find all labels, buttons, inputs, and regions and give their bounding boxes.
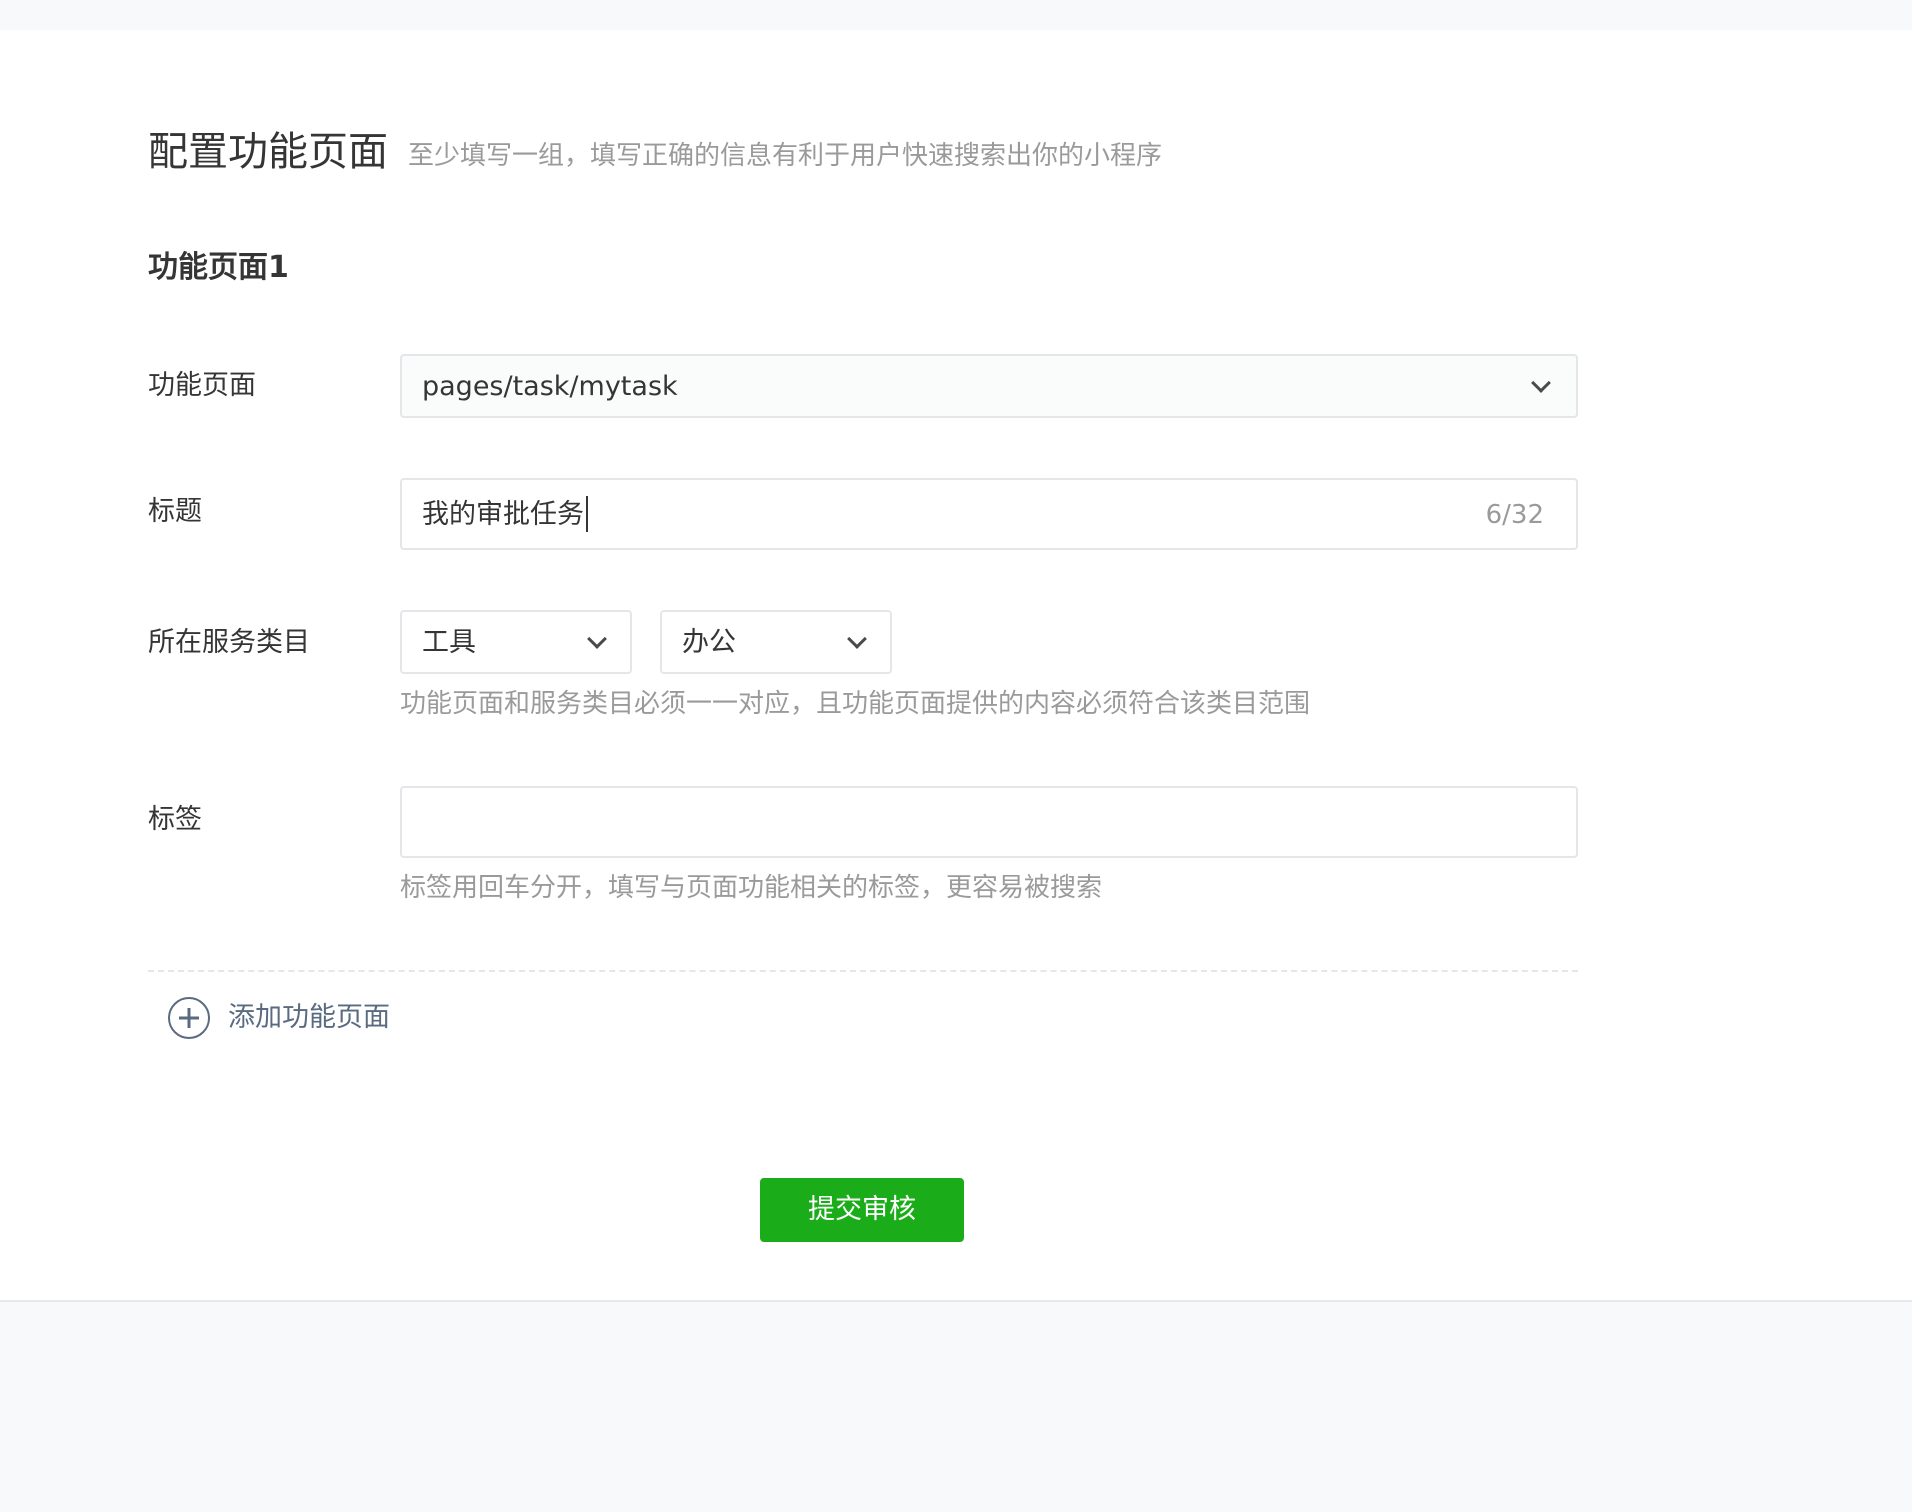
category-secondary-select[interactable]: 办公 [660,610,892,674]
page-footer-area [0,1304,1912,1512]
category-label: 所在服务类目 [148,627,310,658]
category-primary-select[interactable]: 工具 [400,610,632,674]
function-page-value: pages/task/mytask [422,371,678,402]
section-title: 功能页面1 [148,250,289,285]
text-caret [586,495,588,532]
category-secondary-value: 办公 [682,627,736,658]
tags-hint: 标签用回车分开，填写与页面功能相关的标签，更容易被搜索 [400,873,1103,903]
section-divider [148,970,1578,972]
tags-input[interactable] [400,786,1578,858]
add-function-page-label: 添加功能页面 [228,1002,390,1033]
title-char-counter: 6/32 [1485,500,1544,530]
plus-circle-icon [168,997,210,1039]
page-description: 至少填写一组，填写正确的信息有利于用户快速搜索出你的小程序 [408,141,1163,171]
page-title: 配置功能页面 [148,129,388,175]
function-page-select[interactable]: pages/task/mytask [400,354,1578,418]
add-function-page-button[interactable]: 添加功能页面 [168,996,390,1040]
tags-label: 标签 [148,804,202,835]
title-value: 我的审批任务 [422,499,584,530]
submit-review-button[interactable]: 提交审核 [760,1178,964,1242]
title-input[interactable]: 我的审批任务 6/32 [400,478,1578,550]
top-strip [0,0,1912,30]
chevron-down-icon [847,629,867,649]
category-primary-value: 工具 [422,627,476,658]
config-card [0,30,1912,1302]
category-hint: 功能页面和服务类目必须一一对应，且功能页面提供的内容必须符合该类目范围 [400,689,1311,719]
function-page-label: 功能页面 [148,370,256,401]
title-label: 标题 [148,496,202,527]
chevron-down-icon [587,629,607,649]
chevron-down-icon [1531,373,1551,393]
